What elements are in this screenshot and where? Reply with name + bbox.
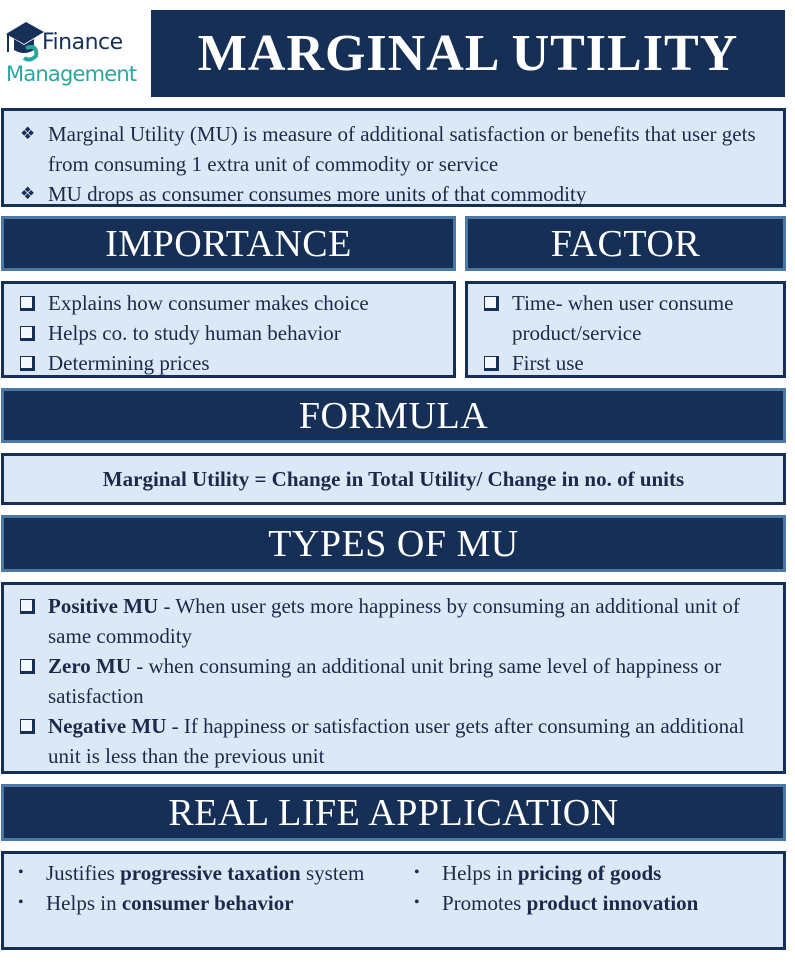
list-item: Time- when user consume product/service xyxy=(482,288,773,348)
factor-header: FACTOR xyxy=(465,216,786,271)
list-item-text: Explains how consumer makes choice xyxy=(48,291,369,315)
factor-heading: FACTOR xyxy=(550,222,701,265)
intro-box: ❖ Marginal Utility (MU) is measure of ad… xyxy=(1,108,786,207)
checkbox-bullet-icon xyxy=(20,659,35,674)
item-bold: consumer behavior xyxy=(121,891,294,915)
item-prefix: Justifies xyxy=(46,861,121,885)
list-item: Explains how consumer makes choice xyxy=(18,288,443,318)
page-title: MARGINAL UTILITY xyxy=(197,25,739,82)
checkbox-bullet-icon xyxy=(20,296,35,311)
intro-item: ❖ Marginal Utility (MU) is measure of ad… xyxy=(20,119,769,179)
checkbox-bullet-icon xyxy=(20,356,35,371)
importance-list: Explains how consumer makes choice Helps… xyxy=(1,281,456,378)
checkbox-bullet-icon xyxy=(20,599,35,614)
list-item-text: Helps co. to study human behavior xyxy=(48,321,341,345)
formula-text: Marginal Utility = Change in Total Utili… xyxy=(102,466,685,491)
list-item: Negative MU - If happiness or satisfacti… xyxy=(18,711,771,771)
checkbox-bullet-icon xyxy=(484,356,499,371)
type-description: - when consuming an additional unit brin… xyxy=(48,654,722,708)
application-list: • Justifies progressive taxation system … xyxy=(1,851,786,950)
bullet-icon: • xyxy=(414,864,420,881)
graduation-cap-icon xyxy=(6,22,44,62)
importance-heading: IMPORTANCE xyxy=(105,222,352,265)
formula-heading: FORMULA xyxy=(298,394,489,437)
bullet-icon: • xyxy=(18,894,24,911)
list-item-text: First use xyxy=(512,351,584,375)
application-column-right: • Helps in pricing of goods • Promotes p… xyxy=(414,858,784,918)
types-list: Positive MU - When user gets more happin… xyxy=(1,582,786,774)
types-header: TYPES OF MU xyxy=(1,515,786,572)
item-prefix: Helps in xyxy=(46,891,122,915)
checkbox-bullet-icon xyxy=(20,326,35,341)
diamond-bullet-icon: ❖ xyxy=(20,184,36,203)
list-item-text: Time- when user consume product/service xyxy=(512,291,734,345)
list-item: • Promotes product innovation xyxy=(414,888,784,918)
factor-list: Time- when user consume product/service … xyxy=(465,281,786,378)
application-column-left: • Justifies progressive taxation system … xyxy=(18,858,388,918)
type-term: Zero MU xyxy=(48,654,132,678)
checkbox-bullet-icon xyxy=(484,296,499,311)
formula-box: Marginal Utility = Change in Total Utili… xyxy=(1,453,786,505)
title-banner: MARGINAL UTILITY xyxy=(151,10,785,97)
brand-logo: Finance Management xyxy=(0,0,150,100)
bullet-icon: • xyxy=(18,864,24,881)
item-prefix: Promotes xyxy=(442,891,527,915)
item-bold: pricing of goods xyxy=(517,861,662,885)
bullet-icon: • xyxy=(414,894,420,911)
item-suffix: system xyxy=(300,861,365,885)
formula-header: FORMULA xyxy=(1,388,786,443)
intro-item-text: Marginal Utility (MU) is measure of addi… xyxy=(48,122,756,176)
list-item: First use xyxy=(482,348,773,378)
list-item: • Justifies progressive taxation system xyxy=(18,858,388,888)
types-heading: TYPES OF MU xyxy=(268,522,519,565)
importance-header: IMPORTANCE xyxy=(1,216,456,271)
intro-item: ❖ MU drops as consumer consumes more uni… xyxy=(20,179,769,209)
diamond-bullet-icon: ❖ xyxy=(20,124,36,143)
type-term: Positive MU xyxy=(48,594,159,618)
checkbox-bullet-icon xyxy=(20,719,35,734)
list-item: Helps co. to study human behavior xyxy=(18,318,443,348)
list-item: Zero MU - when consuming an additional u… xyxy=(18,651,771,711)
list-item-text: Determining prices xyxy=(48,351,210,375)
intro-item-text: MU drops as consumer consumes more units… xyxy=(48,182,587,206)
list-item: Determining prices xyxy=(18,348,443,378)
application-header: REAL LIFE APPLICATION xyxy=(1,784,786,841)
list-item: • Helps in consumer behavior xyxy=(18,888,388,918)
application-heading: REAL LIFE APPLICATION xyxy=(168,791,619,834)
logo-text-finance: Finance xyxy=(42,30,123,55)
list-item: Positive MU - When user gets more happin… xyxy=(18,591,771,651)
logo-text-management: Management xyxy=(6,62,137,86)
list-item: • Helps in pricing of goods xyxy=(414,858,784,888)
item-bold: progressive taxation xyxy=(120,861,301,885)
type-term: Negative MU xyxy=(48,714,167,738)
item-bold: product innovation xyxy=(526,891,699,915)
item-prefix: Helps in xyxy=(442,861,518,885)
